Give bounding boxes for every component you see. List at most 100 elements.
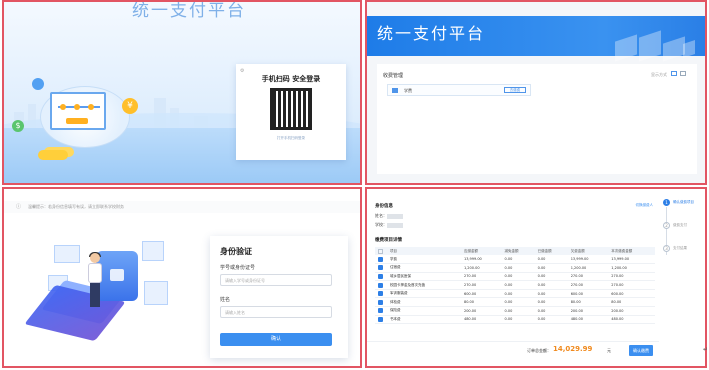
cell: 0.00 — [501, 255, 535, 265]
list-view-icon[interactable] — [680, 71, 686, 76]
fee-item: 学费 去缴费 — [387, 84, 531, 96]
row-checkbox[interactable] — [378, 256, 383, 262]
fee-detail-title: 缴费项目详情 — [375, 238, 402, 243]
cell: 校园卡押金及首次充值 — [387, 280, 461, 290]
cell: 0.00 — [534, 315, 568, 325]
cell: 480.00 — [608, 315, 655, 325]
select-all-checkbox[interactable] — [378, 248, 383, 254]
login-panel: 统一支付平台 ¥ $ ⚙ 手机扫码 安全登录 打开手机扫码登录 — [2, 0, 362, 185]
cell: 80.00 — [460, 297, 502, 308]
cell: 保险费 — [387, 306, 461, 316]
row-checkbox[interactable] — [378, 291, 383, 297]
qr-login-title: 手机扫码 安全登录 — [261, 75, 321, 83]
cell: 城乡居民医保 — [387, 272, 461, 282]
qr-code — [270, 88, 312, 130]
identity-form: 身份验证 学号或身份证号 请输入学号或身份证号 姓名 请输入姓名 确认 — [210, 236, 348, 358]
screen-illustration — [50, 92, 106, 130]
cell: 0.00 — [534, 272, 568, 282]
floating-chart-card — [144, 281, 168, 305]
cell: 270.00 — [608, 280, 655, 290]
name-input[interactable]: 请输入姓名 — [220, 306, 332, 318]
cell: 1,200.00 — [567, 263, 609, 273]
payment-steps: 1 确认缴费项目 2 缴费支付 3 支付结果 — [661, 189, 705, 366]
cell: 270.00 — [460, 272, 502, 282]
return-mark: ↵ — [703, 346, 709, 353]
fee-item-name: 学费 — [404, 88, 412, 93]
cell: 1,200.00 — [460, 263, 502, 273]
qr-login-hint: 打开手机扫码登录 — [277, 136, 305, 140]
student-id-label: 学号或身份证号 — [220, 265, 256, 271]
step-label: 确认缴费项目 — [673, 200, 694, 204]
student-id-input[interactable]: 请输入学号或身份证号 — [220, 274, 332, 286]
row-checkbox[interactable] — [378, 308, 383, 314]
form-title: 身份验证 — [220, 247, 252, 256]
step-label: 缴费支付 — [673, 223, 687, 227]
cell: 1,200.00 — [608, 263, 655, 273]
row-checkbox[interactable] — [378, 273, 383, 279]
step-number: 3 — [663, 245, 670, 252]
table-row: 书本费 480.00 0.00 0.00 480.00 480.00 — [375, 315, 655, 325]
cell: 0.00 — [534, 280, 568, 290]
confirm-pay-button[interactable]: 确认缴费 — [629, 345, 653, 356]
name-label: 姓名 — [220, 297, 231, 303]
cell: 0.00 — [534, 289, 568, 299]
isometric-building-icon — [639, 30, 661, 62]
row-checkbox[interactable] — [378, 299, 383, 305]
floating-chart-card — [54, 245, 80, 263]
cell: 270.00 — [608, 272, 655, 282]
dollar-coin-icon: $ — [12, 120, 24, 132]
cell: 13,999.00 — [460, 255, 502, 265]
cell: 200.00 — [567, 306, 609, 316]
bubble-icon — [32, 78, 44, 90]
cell: 600.00 — [460, 289, 502, 299]
order-total-amount: 14,029.99 — [553, 345, 593, 353]
banner-title: 统一支付平台 — [377, 24, 486, 43]
view-switch-label: 显示方式 — [651, 72, 667, 77]
table-row: 学费 13,999.00 0.00 0.00 13,999.00 13,999.00 — [375, 255, 655, 265]
payer-name: 姓名： — [375, 213, 403, 219]
isometric-building-icon — [615, 34, 637, 62]
isometric-building-icon — [663, 36, 685, 62]
isometric-building-icon — [683, 40, 695, 58]
confirm-button[interactable]: 确认 — [220, 333, 332, 346]
fee-item-icon — [392, 88, 398, 93]
cell: 0.00 — [501, 280, 535, 290]
column-header: 已缴金额 — [534, 247, 568, 255]
table-header-row: 项目 应缴金额 减免金额 已缴金额 欠费金额 本次缴费金额 — [375, 247, 655, 255]
platform-banner: 统一支付平台 — [367, 16, 705, 62]
yuan-coin-icon: ¥ — [122, 98, 138, 114]
row-checkbox[interactable] — [378, 265, 383, 271]
cell: 200.00 — [608, 306, 655, 316]
coins-illustration — [38, 150, 68, 160]
table-row: 保险费 200.00 0.00 0.00 200.00 200.00 — [375, 306, 655, 316]
step-number: 1 — [663, 199, 670, 206]
row-checkbox[interactable] — [378, 282, 383, 288]
switch-payer-link[interactable]: 切换缴费人 — [636, 203, 654, 208]
cell: 0.00 — [534, 297, 568, 308]
grid-view-icon[interactable] — [671, 71, 677, 76]
cell: 13,999.00 — [608, 255, 655, 265]
step-number: 2 — [663, 222, 670, 229]
cell: 480.00 — [460, 315, 502, 325]
cell: 军训服装费 — [387, 289, 461, 299]
fee-table: 项目 应缴金额 减免金额 已缴金额 欠费金额 本次缴费金额 学费 13,999.0… — [375, 247, 655, 325]
cell: 0.00 — [501, 289, 535, 299]
fee-management-card: 收费管理 显示方式 学费 去缴费 — [377, 64, 697, 174]
row-checkbox[interactable] — [378, 316, 383, 322]
column-header: 减免金额 — [501, 247, 535, 255]
cell: 学费 — [387, 255, 461, 265]
cell: 书本费 — [387, 315, 461, 325]
cell: 0.00 — [501, 272, 535, 282]
order-total-unit: 元 — [607, 348, 611, 353]
table-row: 校园卡押金及首次充值 270.00 0.00 0.00 270.00 270.00 — [375, 280, 655, 290]
verify-panel: ⓘ 温馨提示：若身份信息填写有误，请立即联系学校财务 身份验证 学号或身份证号 … — [2, 187, 362, 368]
cell: 270.00 — [567, 272, 609, 282]
pay-now-button[interactable]: 去缴费 — [504, 87, 526, 93]
floating-chart-card — [142, 241, 164, 261]
cell: 住宿费 — [387, 263, 461, 273]
table-row: 住宿费 1,200.00 0.00 0.00 1,200.00 1,200.00 — [375, 263, 655, 273]
cell: 体检费 — [387, 297, 461, 308]
cell: 0.00 — [501, 315, 535, 325]
cell: 80.00 — [608, 297, 655, 308]
cell: 0.00 — [534, 306, 568, 316]
